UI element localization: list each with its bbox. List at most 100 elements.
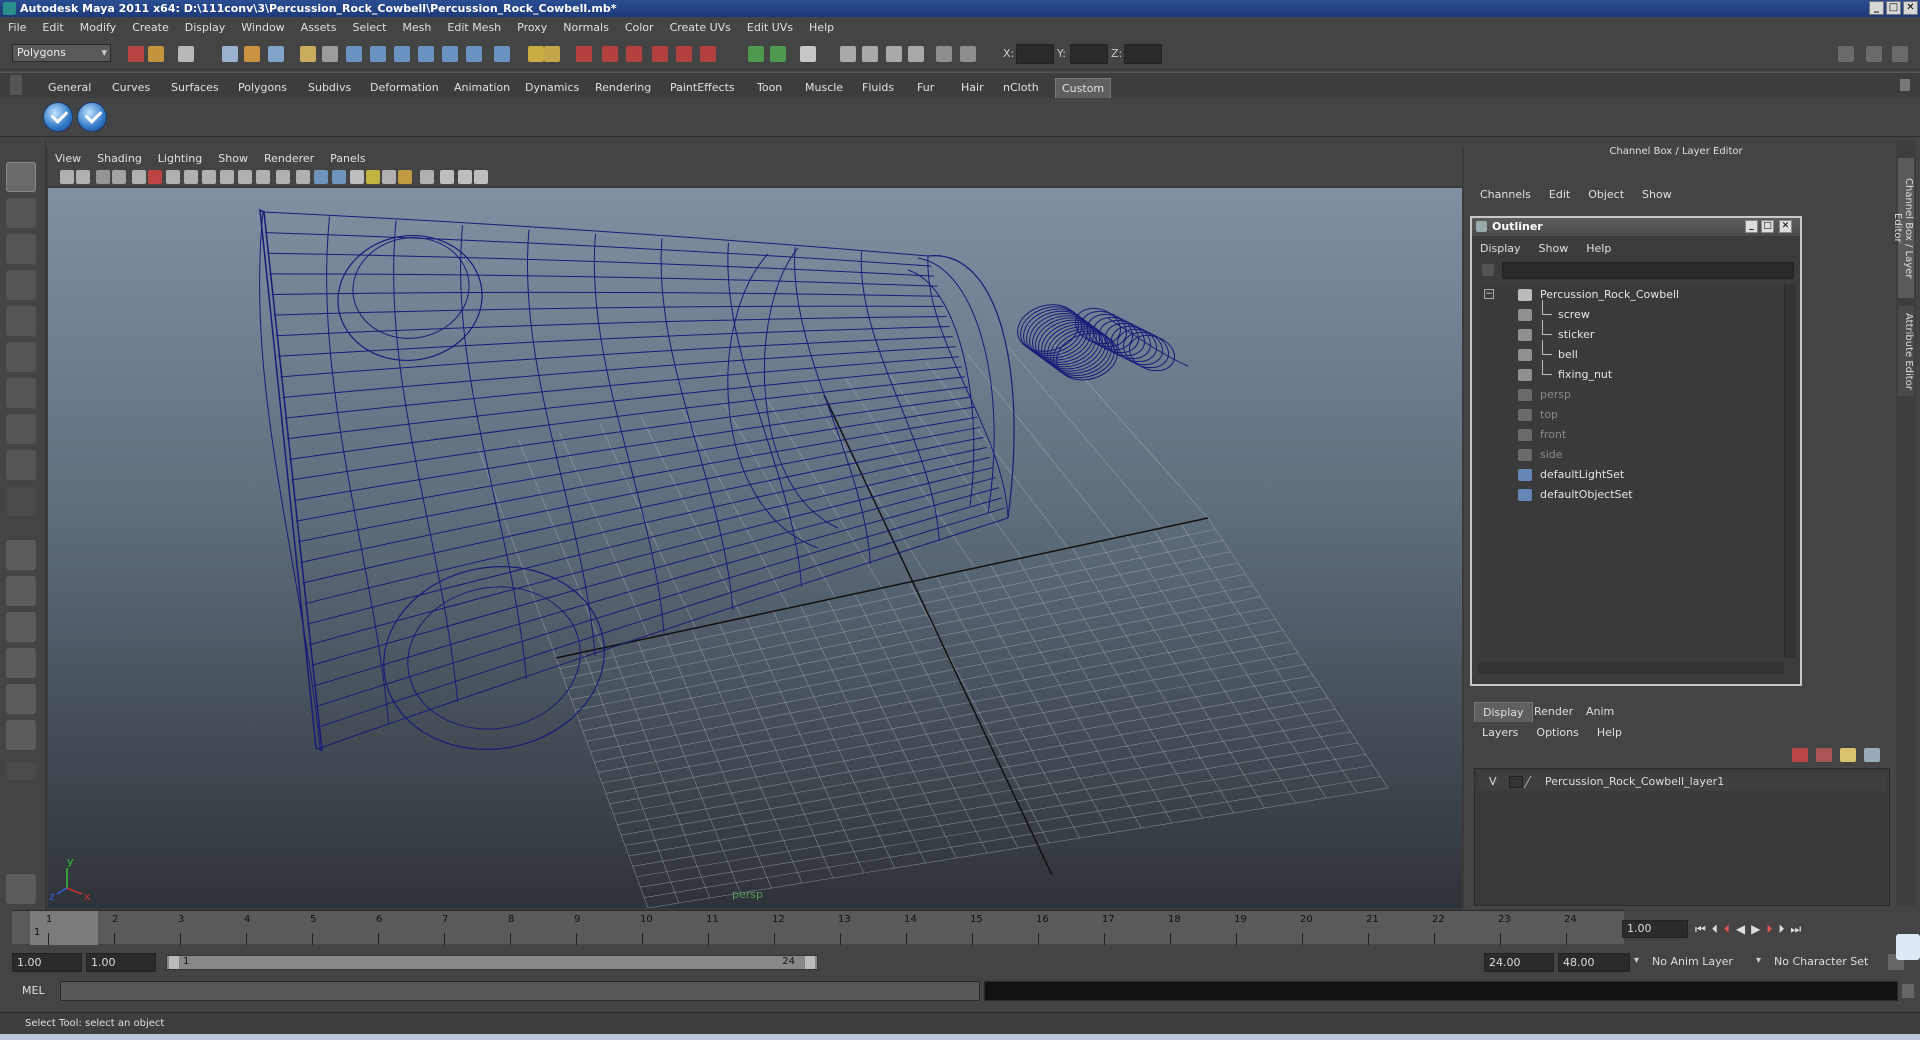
ipr-render-icon[interactable] <box>770 46 786 62</box>
character-set-dropdown-arrow[interactable]: ▾ <box>1756 955 1761 966</box>
universal-manipulator-icon[interactable] <box>6 378 36 408</box>
select-hierarchy-icon[interactable] <box>222 46 238 62</box>
select-joints-icon[interactable] <box>346 46 362 62</box>
outliner-item[interactable]: defaultLightSet <box>1478 466 1768 484</box>
safe-title-icon[interactable] <box>276 170 290 184</box>
animation-end-field[interactable]: 48.00 <box>1558 953 1630 972</box>
render-view-icon[interactable] <box>862 46 878 62</box>
last-tool-icon[interactable] <box>6 486 36 516</box>
channel-box-menu-edit[interactable]: Edit <box>1549 188 1570 201</box>
outliner-titlebar[interactable]: Outliner _ □ ✕ <box>1472 218 1800 236</box>
select-rendering-icon[interactable] <box>466 46 482 62</box>
snap-view-plane-icon[interactable] <box>652 46 668 62</box>
outliner-search-input[interactable] <box>1502 262 1794 279</box>
xray-icon[interactable] <box>440 170 454 184</box>
render-settings-icon[interactable] <box>800 46 816 62</box>
shaded-wire-icon[interactable] <box>332 170 346 184</box>
command-input[interactable] <box>60 981 980 1001</box>
viewport-menu-show[interactable]: Show <box>218 152 248 165</box>
grid-toggle-icon[interactable] <box>166 170 180 184</box>
menu-edit-uvs[interactable]: Edit UVs <box>747 21 793 34</box>
outliner-item[interactable]: top <box>1478 406 1768 424</box>
character-set-dropdown[interactable]: No Character Set <box>1770 953 1886 972</box>
side-tab-channel-box[interactable]: Channel Box / Layer Editor <box>1892 158 1914 298</box>
new-scene-icon[interactable] <box>128 46 144 62</box>
snap-grid-icon[interactable] <box>576 46 592 62</box>
shelf-tab-fluids[interactable]: Fluids <box>856 78 900 98</box>
x-coordinate-field[interactable] <box>1016 44 1054 64</box>
show-channel-box-icon[interactable] <box>1892 46 1908 62</box>
bookmark-icon[interactable] <box>96 170 110 184</box>
shelf-tab-animation[interactable]: Animation <box>448 78 516 98</box>
step-forward-key-icon[interactable]: ⏵ <box>1766 922 1772 937</box>
script-editor-icon[interactable] <box>1902 984 1914 998</box>
close-button[interactable]: ✕ <box>1903 1 1918 15</box>
all-lights-icon[interactable] <box>382 170 396 184</box>
outliner-item[interactable]: bell <box>1478 340 1768 364</box>
shelf-tab-toon[interactable]: Toon <box>751 78 788 98</box>
history-icon[interactable] <box>700 46 716 62</box>
layer-menu-help[interactable]: Help <box>1597 726 1622 739</box>
outliner-persp-layout-icon[interactable] <box>6 612 36 642</box>
remote-assist-icon[interactable] <box>1896 934 1920 960</box>
anim-layer-dropdown[interactable]: No Anim Layer <box>1648 953 1750 972</box>
xray-joints-icon[interactable] <box>458 170 472 184</box>
layer-type-toggle[interactable] <box>1509 776 1523 788</box>
outliner-horizontal-scrollbar[interactable] <box>1478 662 1784 674</box>
shadows-icon[interactable] <box>398 170 412 184</box>
show-manipulator-icon[interactable] <box>6 450 36 480</box>
layer-color-swatch[interactable] <box>1523 776 1543 788</box>
channel-box-menu-object[interactable]: Object <box>1588 188 1624 201</box>
select-component-icon[interactable] <box>268 46 284 62</box>
2d-pan-icon[interactable] <box>132 170 146 184</box>
go-to-end-icon[interactable]: ⏭ <box>1790 922 1801 937</box>
scale-tool-icon[interactable] <box>6 342 36 372</box>
outliner-vertical-scrollbar[interactable] <box>1784 284 1796 658</box>
move-selected-down-icon[interactable] <box>1816 748 1832 762</box>
layer-tab-display[interactable]: Display <box>1474 702 1533 722</box>
outliner-minimize-button[interactable]: _ <box>1745 220 1758 233</box>
move-tool-icon[interactable] <box>6 270 36 300</box>
image-plane-icon[interactable] <box>112 170 126 184</box>
snap-curve-icon[interactable] <box>602 46 618 62</box>
save-scene-icon[interactable] <box>178 46 194 62</box>
menu-help[interactable]: Help <box>809 21 834 34</box>
layer-tab-anim[interactable]: Anim <box>1578 702 1622 722</box>
outliner-menu-display[interactable]: Display <box>1480 242 1521 255</box>
select-tool-icon[interactable] <box>6 162 36 192</box>
select-dynamics-icon[interactable] <box>442 46 458 62</box>
mask-all-icon[interactable] <box>300 46 316 62</box>
shelf-tab-curves[interactable]: Curves <box>106 78 156 98</box>
playback-end-field[interactable]: 24.00 <box>1484 953 1554 972</box>
perspective-viewport[interactable]: y x z persp <box>48 188 1462 908</box>
hud-icon[interactable] <box>474 170 488 184</box>
outliner-close-button[interactable]: ✕ <box>1779 220 1792 233</box>
menu-window[interactable]: Window <box>241 21 284 34</box>
viewport-menu-lighting[interactable]: Lighting <box>158 152 202 165</box>
time-slider[interactable]: 1 1 2 3 4 5 6 7 8 9 10 11 12 13 14 15 16 17 18 19 20 21 22 23 2… <box>12 910 1624 945</box>
select-deformations-icon[interactable] <box>418 46 434 62</box>
step-forward-frame-icon[interactable]: ⏵ <box>1778 922 1784 937</box>
shelf-tab-subdivs[interactable]: Subdivs <box>302 78 357 98</box>
menu-set-dropdown[interactable]: Polygons ▾ <box>12 44 111 62</box>
snap-point-icon[interactable] <box>626 46 642 62</box>
channel-box-menu-show[interactable]: Show <box>1642 188 1672 201</box>
animation-start-field[interactable]: 1.00 <box>12 953 82 972</box>
outliner-item[interactable]: fixing_nut <box>1478 360 1768 384</box>
outliner-menu-help[interactable]: Help <box>1586 242 1611 255</box>
layer-menu-layers[interactable]: Layers <box>1482 726 1518 739</box>
outliner-maximize-button[interactable]: □ <box>1761 220 1774 233</box>
open-scene-icon[interactable] <box>148 46 164 62</box>
menu-create[interactable]: Create <box>132 21 169 34</box>
play-backwards-icon[interactable]: ◀ <box>1736 922 1745 936</box>
four-pane-layout-icon[interactable] <box>6 576 36 606</box>
default-light-icon[interactable] <box>366 170 380 184</box>
shelf-tab-general[interactable]: General <box>42 78 97 98</box>
show-tool-settings-icon[interactable] <box>1866 46 1882 62</box>
shelf-tab-deformation[interactable]: Deformation <box>364 78 445 98</box>
command-language-label[interactable]: MEL <box>22 984 45 997</box>
question-icon[interactable] <box>528 46 544 62</box>
create-empty-layer-icon[interactable] <box>1840 748 1856 762</box>
custom-shelf-checkmark-icon-2[interactable] <box>77 102 107 132</box>
layer-menu-options[interactable]: Options <box>1536 726 1578 739</box>
